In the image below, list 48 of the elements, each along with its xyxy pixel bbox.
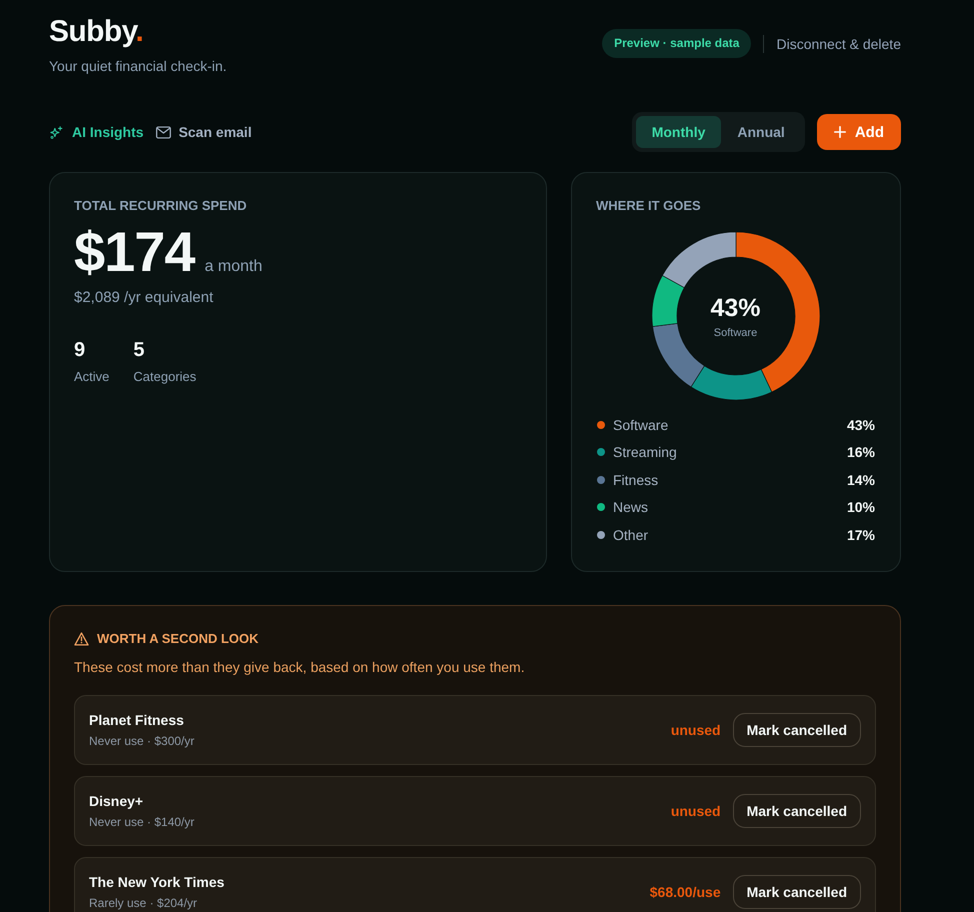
legend-share: 17%: [846, 526, 875, 543]
legend-share: 16%: [846, 444, 875, 460]
subscription-name: The New York Times: [89, 872, 224, 890]
legend-label: Streaming: [613, 444, 678, 460]
stat-label: Active: [74, 368, 110, 386]
donut-center-label: Software: [714, 326, 758, 340]
tagline: Your quiet financial check-in.: [49, 57, 227, 76]
cost-label: unused: [670, 802, 721, 818]
sparkle-icon: [49, 126, 64, 138]
mark-cancelled-button[interactable]: Mark cancelled: [732, 712, 861, 746]
preview-badge: Preview · sample data: [602, 29, 752, 58]
brand-logo: Subby.: [49, 14, 144, 50]
cost-label: $68.00/use: [650, 884, 721, 900]
scan-email-button[interactable]: Scan email: [156, 122, 252, 142]
legend-label: Software: [613, 416, 670, 433]
donut-center-value: 43%: [710, 294, 761, 322]
usage-detail: Never use · $300/yr: [89, 732, 194, 748]
review-title: WORTH A SECOND LOOK: [97, 630, 259, 646]
legend-share: 14%: [846, 472, 875, 488]
card-title: TOTAL RECURRING SPEND: [74, 198, 248, 214]
period-label: a month: [204, 258, 262, 276]
legend-label: Fitness: [613, 472, 660, 488]
usage-detail: Rarely use · $204/yr: [89, 894, 198, 910]
legend-label: Other: [613, 526, 650, 543]
subscription-name: Disney+: [89, 792, 144, 810]
legend-share: 43%: [846, 416, 875, 433]
subscription-name: Planet Fitness: [89, 710, 185, 728]
monthly-amount: $174: [74, 222, 195, 282]
cost-label: unused: [670, 722, 721, 738]
add-button[interactable]: Add: [816, 114, 901, 150]
stat-label: Categories: [133, 368, 196, 386]
card-title: WHERE IT GOES: [596, 198, 702, 214]
legend-share: 10%: [846, 499, 875, 516]
usage-detail: Never use · $140/yr: [89, 814, 194, 830]
plus-icon: [834, 126, 846, 138]
period-tab[interactable]: Annual: [721, 116, 801, 148]
disconnect-link[interactable]: Disconnect & delete: [776, 34, 901, 54]
stat-value: 9: [74, 338, 86, 362]
stat-value: 5: [133, 338, 146, 362]
period-tab[interactable]: Monthly: [636, 116, 722, 148]
warning-icon: [74, 632, 89, 646]
mail-icon: [156, 126, 171, 138]
review-note: These cost more than they give back, based on how often you use them.: [74, 658, 526, 676]
ai-insights-button[interactable]: AI Insights: [49, 122, 144, 142]
yearly-equivalent: $2,089 /yr equivalent: [74, 288, 214, 308]
mark-cancelled-button[interactable]: Mark cancelled: [732, 874, 861, 908]
mark-cancelled-button[interactable]: Mark cancelled: [732, 794, 861, 828]
legend-label: News: [613, 499, 650, 516]
